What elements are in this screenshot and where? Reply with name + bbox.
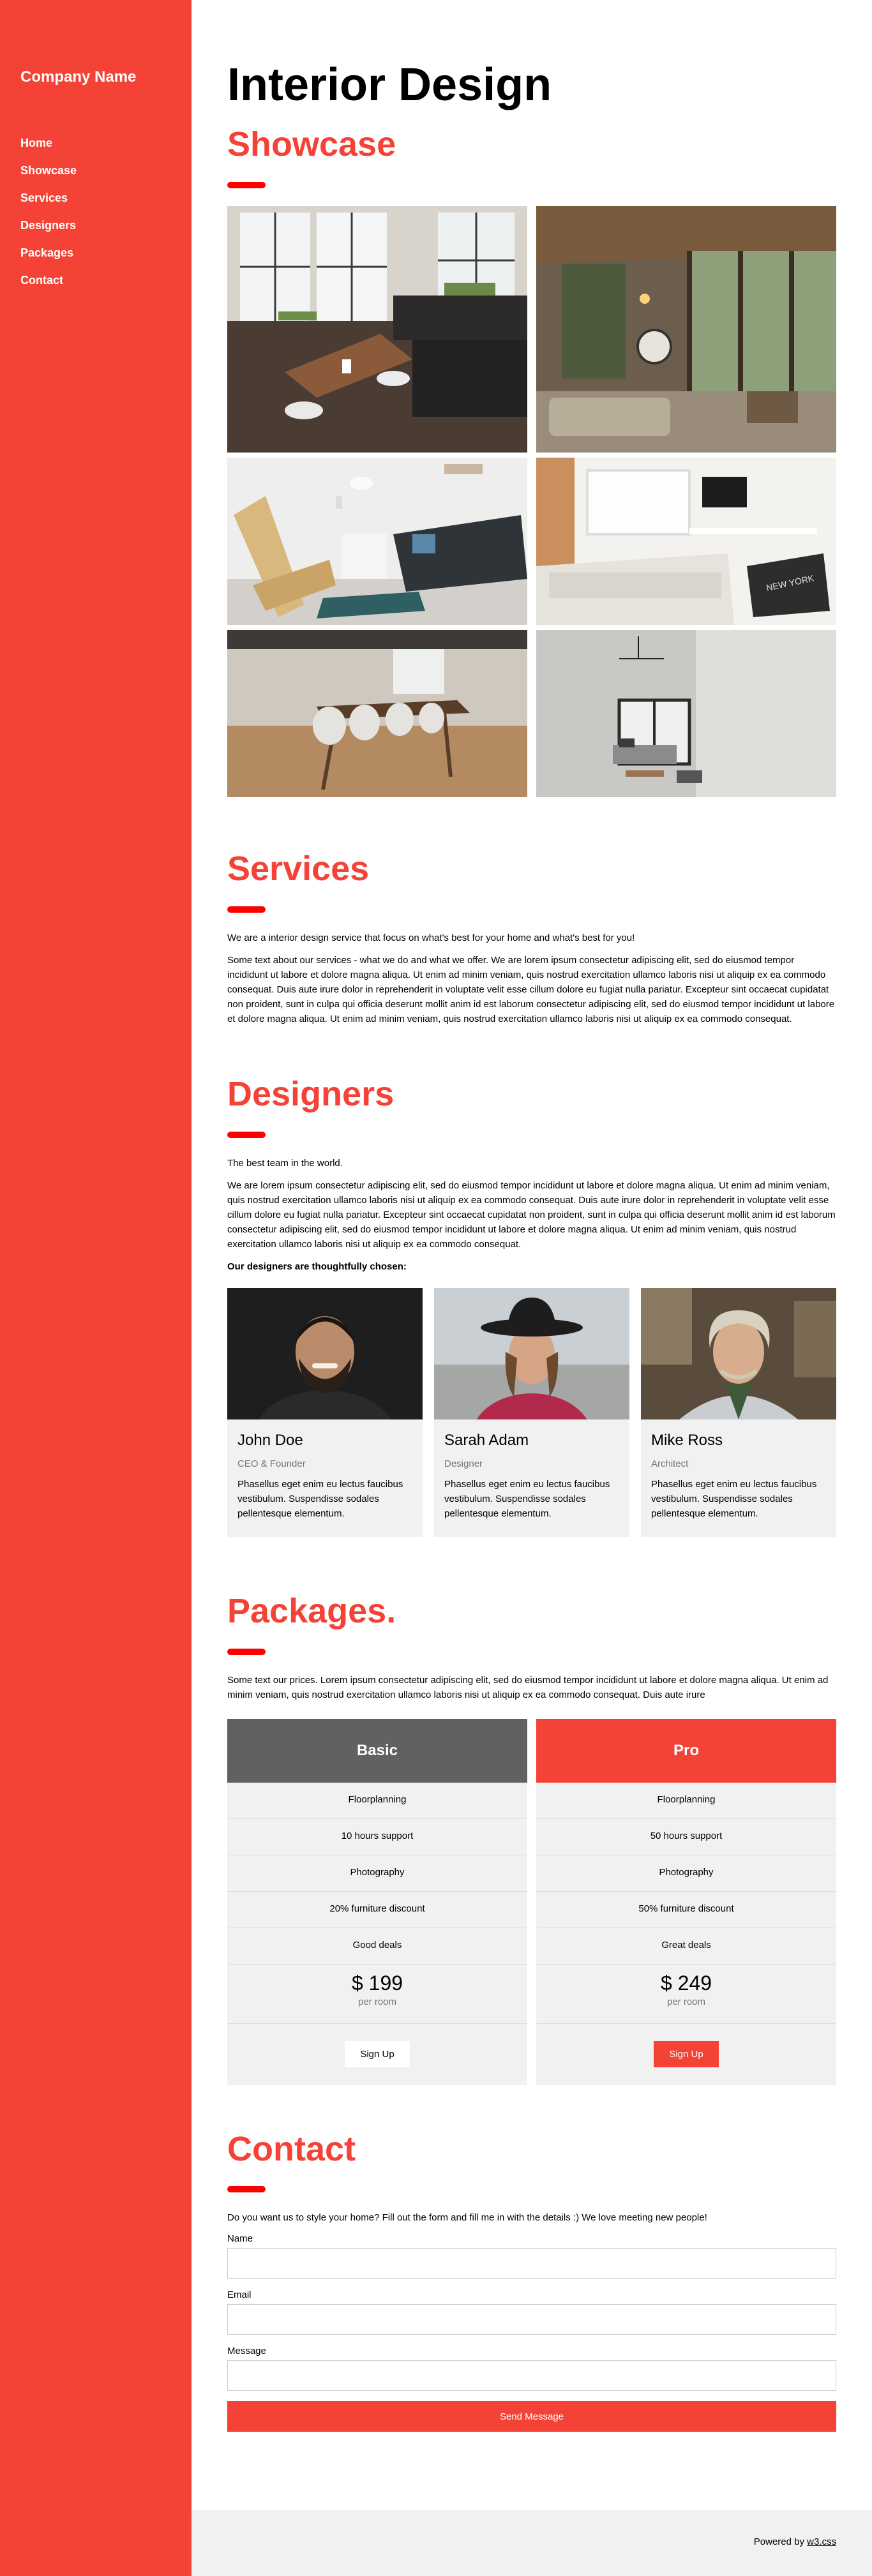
sidebar: Company Name Home Showcase Services Desi… — [0, 0, 192, 2576]
contact-section: Contact Do you want us to style your hom… — [227, 2129, 836, 2432]
designer-desc: Phasellus eget enim eu lectus faucibus v… — [237, 1478, 403, 1519]
designer-desc: Phasellus eget enim eu lectus faucibus v… — [444, 1478, 610, 1519]
photo-living-room-corner[interactable] — [536, 630, 836, 798]
services-section: Services We are a interior design servic… — [227, 848, 836, 1026]
photo-kitchen-dining-room[interactable] — [227, 206, 527, 453]
services-heading: Services — [227, 850, 370, 888]
main-content: Interior Design Showcase NEW YORK Servic… — [227, 0, 836, 2432]
email-field[interactable] — [227, 2304, 836, 2335]
packages-section: Packages. Some text our prices. Lorem ip… — [227, 1591, 836, 2085]
designers-section: Designers The best team in the world. We… — [227, 1074, 836, 1537]
designer-name: John Doe — [237, 1431, 303, 1449]
plan-price: $ 199 — [351, 1971, 403, 1995]
designer-role: Architect — [651, 1458, 689, 1470]
plan-name: Basic — [227, 1718, 527, 1783]
avatar — [434, 1287, 629, 1419]
avatar — [227, 1287, 423, 1419]
nav-designers[interactable]: Designers — [20, 212, 171, 239]
plan-price-block: $ 199 per room — [227, 1965, 527, 2024]
message-field[interactable] — [227, 2360, 836, 2392]
signup-button-basic[interactable]: Sign Up — [345, 2041, 410, 2068]
designers-body: We are lorem ipsum consectetur adipiscin… — [227, 1179, 836, 1250]
plan-price-unit: per room — [666, 1996, 706, 2007]
plan-feature: Photography — [536, 1855, 836, 1892]
designer-card: Mike Ross Architect Phasellus eget enim … — [641, 1287, 836, 1537]
plan-feature: 50% furniture discount — [536, 1892, 836, 1928]
send-message-button[interactable]: Send Message — [227, 2401, 836, 2432]
name-field[interactable] — [227, 2248, 836, 2279]
photo-dining-table[interactable] — [227, 630, 527, 798]
showcase-heading: Showcase — [227, 125, 396, 164]
photo-living-room-view[interactable] — [536, 206, 836, 453]
plan-feature: Floorplanning — [227, 1783, 527, 1819]
plan-feature: 20% furniture discount — [227, 1892, 527, 1928]
designers-heading: Designers — [227, 1074, 395, 1113]
photo-living-room-sofa[interactable] — [227, 458, 527, 625]
designers-lead: Our designers are thoughtfully chosen: — [227, 1261, 407, 1272]
company-name: Company Name — [20, 68, 137, 86]
team-grid: John Doe CEO & Founder Phasellus eget en… — [227, 1287, 836, 1537]
footer-link[interactable]: w3.css — [807, 2536, 836, 2547]
designer-name: Sarah Adam — [444, 1431, 529, 1449]
heading-divider — [227, 906, 266, 913]
signup-button-pro[interactable]: Sign Up — [654, 2041, 719, 2068]
footer-credit: Powered by w3.css — [754, 2535, 836, 2550]
designer-name: Mike Ross — [651, 1431, 723, 1449]
plan-feature: Good deals — [227, 1928, 527, 1965]
plan-feature: 10 hours support — [227, 1819, 527, 1855]
page-title: Interior Design — [227, 59, 552, 110]
nav-home[interactable]: Home — [20, 130, 171, 157]
photo-bedroom-desk[interactable]: NEW YORK — [536, 458, 836, 625]
heading-divider — [227, 1131, 266, 1138]
heading-divider — [227, 182, 266, 189]
plan-pro: Pro Floorplanning 50 hours support Photo… — [536, 1718, 836, 2085]
plan-price-block: $ 249 per room — [536, 1965, 836, 2024]
nav-showcase[interactable]: Showcase — [20, 157, 171, 184]
footer: Powered by w3.css — [192, 2510, 872, 2576]
heading-divider — [227, 1648, 266, 1655]
photo-gallery: NEW YORK — [227, 206, 836, 798]
packages-body: Some text our prices. Lorem ipsum consec… — [227, 1674, 829, 1700]
plan-feature: Floorplanning — [536, 1783, 836, 1819]
nav-packages[interactable]: Packages — [20, 239, 171, 267]
plan-feature: 50 hours support — [536, 1819, 836, 1855]
footer-prefix: Powered by — [753, 2536, 808, 2547]
designer-card: Sarah Adam Designer Phasellus eget enim … — [434, 1287, 629, 1537]
showcase-section: Showcase NEW YORK — [227, 124, 836, 798]
services-intro: We are a interior design service that fo… — [227, 932, 635, 943]
designer-desc: Phasellus eget enim eu lectus faucibus v… — [651, 1478, 817, 1519]
nav-services[interactable]: Services — [20, 184, 171, 212]
plan-feature: Photography — [227, 1855, 527, 1892]
avatar — [641, 1287, 836, 1419]
plan-price: $ 249 — [660, 1971, 712, 1995]
designer-card: John Doe CEO & Founder Phasellus eget en… — [227, 1287, 423, 1537]
nav-contact[interactable]: Contact — [20, 267, 171, 294]
pricing-table: Basic Floorplanning 10 hours support Pho… — [227, 1718, 836, 2085]
email-label: Email — [227, 2289, 252, 2301]
designers-intro: The best team in the world. — [227, 1157, 343, 1169]
contact-heading: Contact — [227, 2129, 356, 2168]
packages-heading: Packages. — [227, 1591, 396, 1630]
message-label: Message — [227, 2346, 266, 2357]
plan-basic: Basic Floorplanning 10 hours support Pho… — [227, 1718, 527, 2085]
designer-role: CEO & Founder — [237, 1458, 306, 1470]
contact-intro: Do you want us to style your home? Fill … — [227, 2212, 707, 2224]
designer-role: Designer — [444, 1458, 483, 1470]
services-body: Some text about our services - what we d… — [227, 954, 835, 1024]
contact-form: Name Email Message Send Message — [227, 2233, 836, 2432]
plan-feature: Great deals — [536, 1928, 836, 1965]
heading-divider — [227, 2186, 266, 2193]
plan-price-unit: per room — [357, 1996, 397, 2007]
plan-cta-cell: Sign Up — [536, 2024, 836, 2085]
name-label: Name — [227, 2233, 253, 2245]
plan-name: Pro — [536, 1718, 836, 1783]
plan-cta-cell: Sign Up — [227, 2024, 527, 2085]
